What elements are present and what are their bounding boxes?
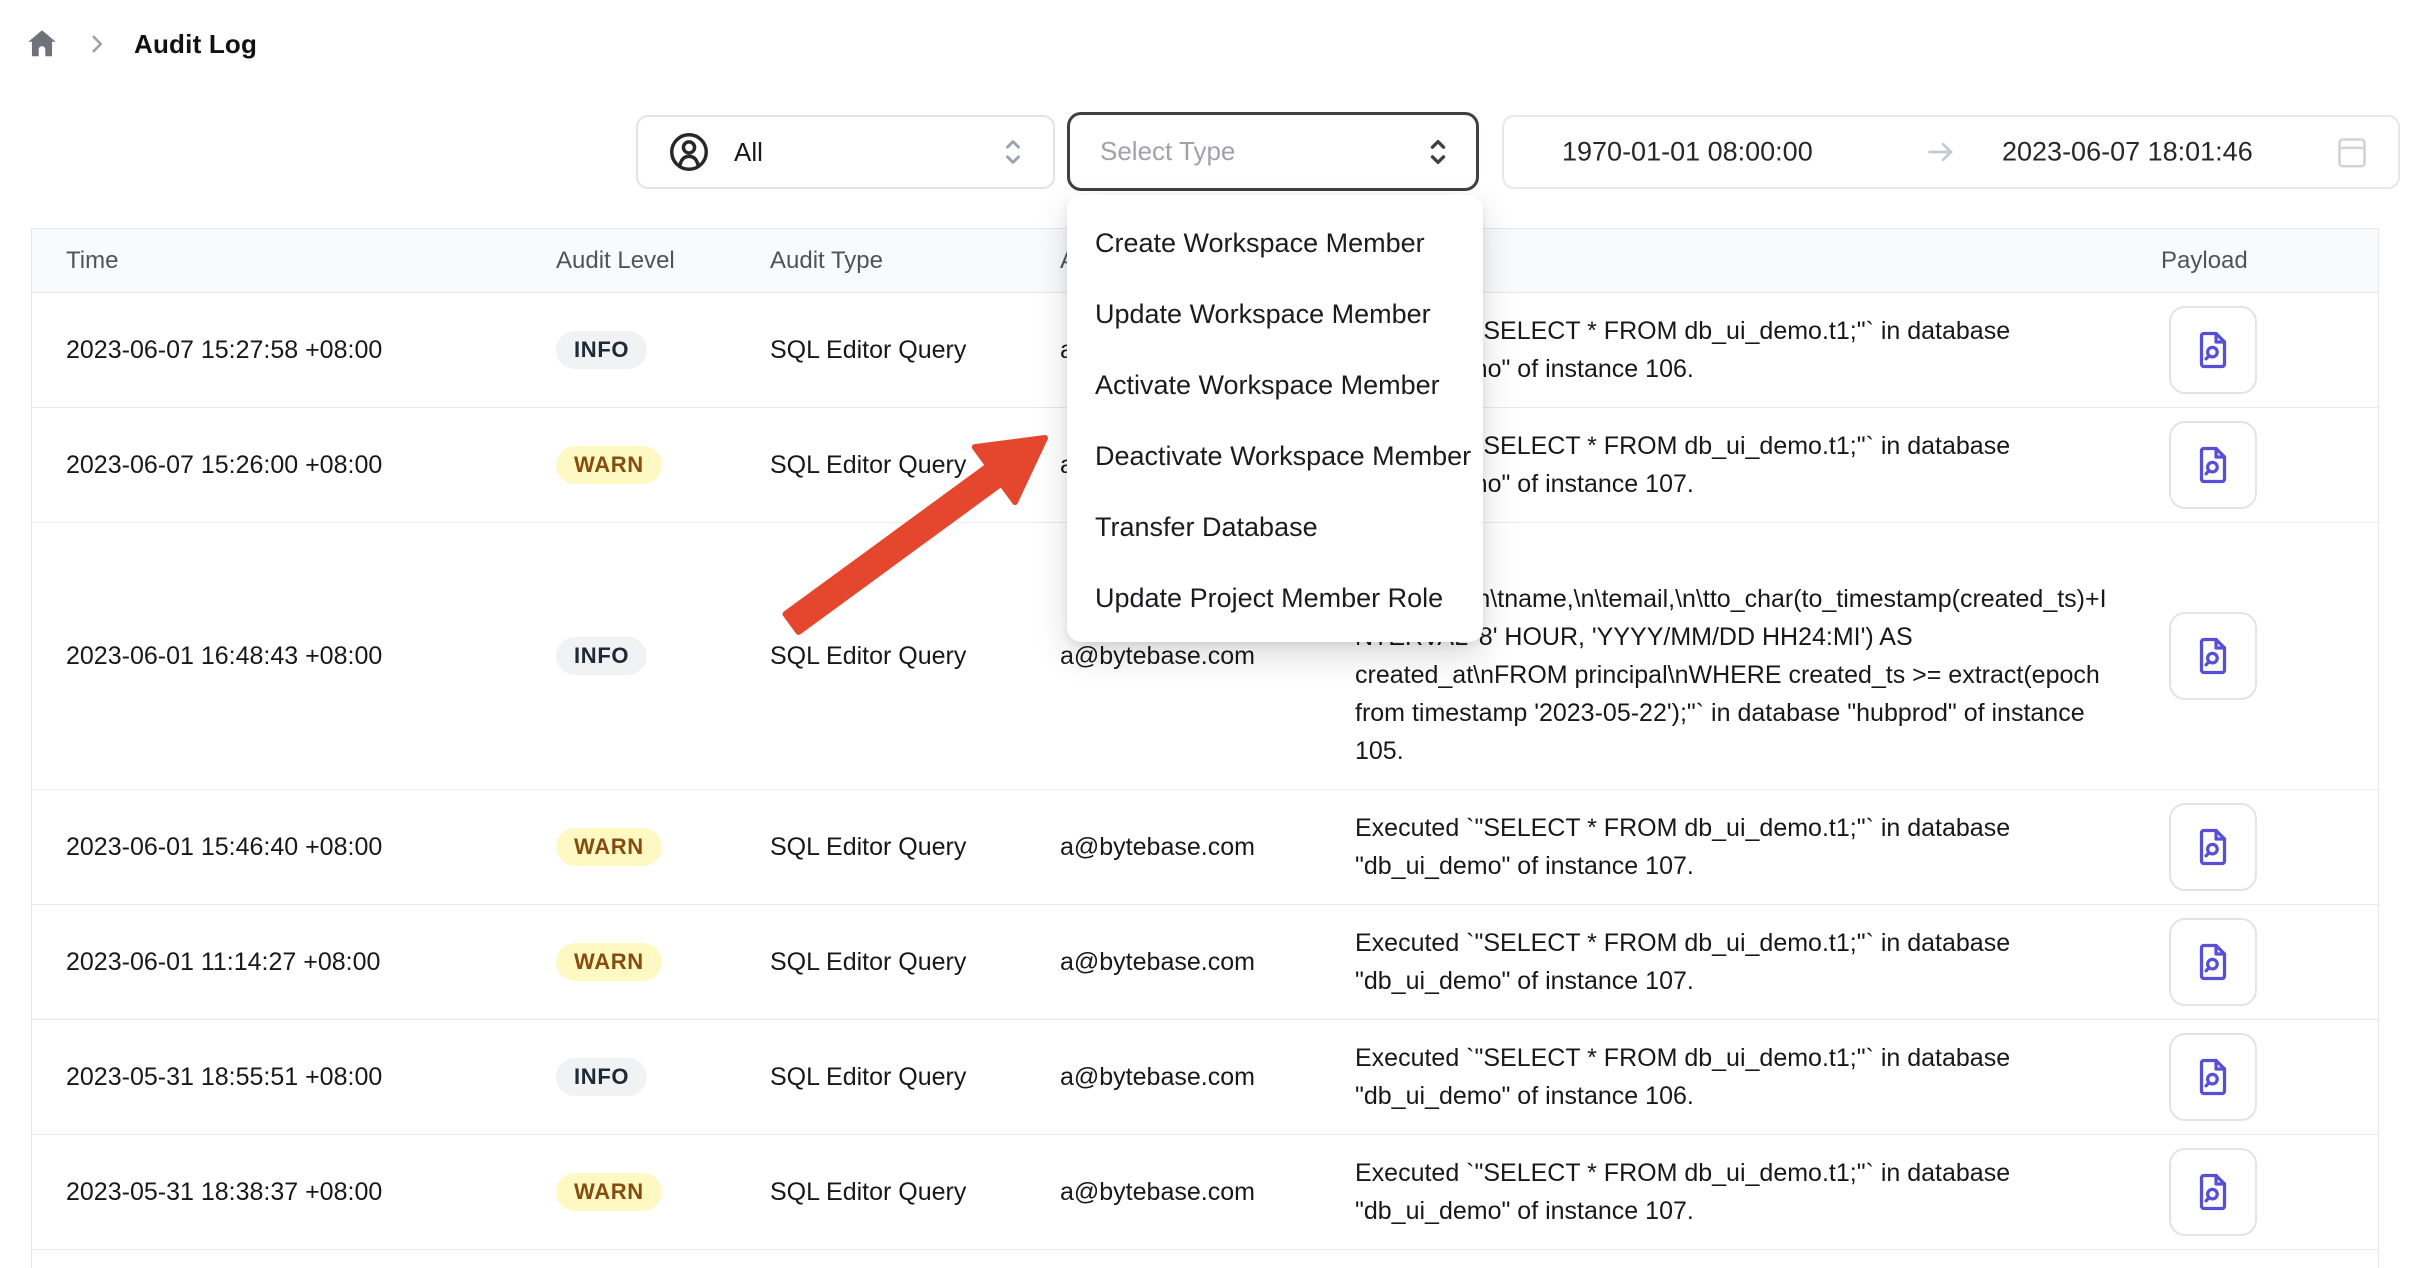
- comment-cell: Executed `"SELECT * FROM db_ui_demo.t1;"…: [1355, 905, 2140, 1019]
- payload-cell: [2140, 803, 2380, 891]
- actor-cell: a@bytebase.com: [1060, 642, 1355, 671]
- dropdown-item[interactable]: Update Workspace Member: [1067, 279, 1483, 350]
- payload-cell: [2140, 918, 2380, 1006]
- actor-cell: a@bytebase.com: [1060, 833, 1355, 862]
- comment-cell: Executed `"SELECT * FROM db_ui_demo.t1;"…: [1355, 1135, 2140, 1249]
- type-filter-select[interactable]: Select Type: [1067, 112, 1479, 191]
- audit-level-badge: WARN: [556, 828, 662, 866]
- table-row: 2023-05-31 18:55:51 +08:00 INFO SQL Edit…: [32, 1020, 2378, 1135]
- file-search-icon: [2190, 939, 2236, 985]
- view-payload-button[interactable]: [2169, 1033, 2257, 1121]
- payload-cell: [2140, 421, 2380, 509]
- home-icon[interactable]: [24, 26, 60, 62]
- dropdown-item[interactable]: Deactivate Workspace Member: [1067, 421, 1483, 492]
- chevron-right-icon: [84, 31, 110, 57]
- comment-cell: Executed `"SELECT * FROM db_ui_demo.t1;"…: [1355, 790, 2140, 904]
- audit-level-badge: INFO: [556, 331, 647, 369]
- file-search-icon: [2190, 824, 2236, 870]
- view-payload-button[interactable]: [2169, 1148, 2257, 1236]
- actor-cell: a@bytebase.com: [1060, 948, 1355, 977]
- payload-cell: [2140, 612, 2380, 700]
- dropdown-item[interactable]: Activate Workspace Member: [1067, 350, 1483, 421]
- table-row: 2023-06-01 15:46:40 +08:00 WARN SQL Edit…: [32, 790, 2378, 905]
- audit-level-cell: INFO: [556, 1058, 770, 1096]
- table-row: 2023-06-01 11:14:27 +08:00 WARN SQL Edit…: [32, 905, 2378, 1020]
- audit-level-badge: WARN: [556, 943, 662, 981]
- audit-level-badge: WARN: [556, 1173, 662, 1211]
- actor-cell: a@bytebase.com: [1060, 1063, 1355, 1092]
- time-cell: 2023-06-01 11:14:27 +08:00: [32, 948, 556, 977]
- audit-level-badge: INFO: [556, 1058, 647, 1096]
- audit-level-badge: INFO: [556, 637, 647, 675]
- actor-filter-value: All: [734, 137, 999, 168]
- file-search-icon: [2190, 633, 2236, 679]
- audit-level-cell: INFO: [556, 637, 770, 675]
- view-payload-button[interactable]: [2169, 421, 2257, 509]
- table-row: 2023-05-31 18:38:37 +08:00 WARN SQL Edit…: [32, 1135, 2378, 1250]
- person-circle-icon: [666, 129, 712, 175]
- chevrons-up-down-icon: [999, 134, 1027, 170]
- time-cell: 2023-06-01 16:48:43 +08:00: [32, 642, 556, 671]
- audit-type-cell: SQL Editor Query: [770, 948, 1060, 977]
- audit-type-cell: SQL Editor Query: [770, 833, 1060, 862]
- file-search-icon: [2190, 327, 2236, 373]
- audit-type-cell: SQL Editor Query: [770, 1178, 1060, 1207]
- type-filter-dropdown: Create Workspace Member Update Workspace…: [1067, 195, 1483, 642]
- view-payload-button[interactable]: [2169, 918, 2257, 1006]
- time-cell: 2023-05-31 18:38:37 +08:00: [32, 1178, 556, 1207]
- dropdown-item[interactable]: Update Project Member Role: [1067, 563, 1483, 634]
- dropdown-item[interactable]: Create Workspace Member: [1067, 208, 1483, 279]
- file-search-icon: [2190, 1054, 2236, 1100]
- time-cell: 2023-06-07 15:26:00 +08:00: [32, 451, 556, 480]
- time-cell: 2023-05-31 18:55:51 +08:00: [32, 1063, 556, 1092]
- column-header-payload: Payload: [2140, 247, 2380, 275]
- date-range-end[interactable]: 2023-06-07 18:01:46: [2002, 137, 2253, 168]
- audit-level-cell: WARN: [556, 1173, 770, 1211]
- breadcrumb: Audit Log: [24, 26, 257, 62]
- date-range-start[interactable]: 1970-01-01 08:00:00: [1562, 137, 1813, 168]
- column-header-audit-level: Audit Level: [556, 247, 770, 275]
- payload-cell: [2140, 1148, 2380, 1236]
- audit-level-cell: WARN: [556, 943, 770, 981]
- arrow-right-icon: [1924, 135, 1958, 169]
- time-cell: 2023-06-01 15:46:40 +08:00: [32, 833, 556, 862]
- audit-type-cell: SQL Editor Query: [770, 451, 1060, 480]
- column-header-audit-type: Audit Type: [770, 247, 1060, 275]
- actor-cell: a@bytebase.com: [1060, 1178, 1355, 1207]
- view-payload-button[interactable]: [2169, 803, 2257, 891]
- column-header-time: Time: [32, 247, 556, 275]
- type-filter-placeholder: Select Type: [1100, 136, 1424, 167]
- audit-type-cell: SQL Editor Query: [770, 642, 1060, 671]
- view-payload-button[interactable]: [2169, 306, 2257, 394]
- page-title: Audit Log: [134, 29, 257, 60]
- payload-cell: [2140, 1033, 2380, 1121]
- file-search-icon: [2190, 442, 2236, 488]
- audit-level-cell: WARN: [556, 828, 770, 866]
- audit-level-cell: INFO: [556, 331, 770, 369]
- view-payload-button[interactable]: [2169, 612, 2257, 700]
- time-cell: 2023-06-07 15:27:58 +08:00: [32, 336, 556, 365]
- audit-log-page: Audit Log All Select Type 1970-01-01 08:…: [0, 0, 2410, 1268]
- payload-cell: [2140, 306, 2380, 394]
- comment-cell: Executed `"SELECT * FROM db_ui_demo.t1;"…: [1355, 1020, 2140, 1134]
- audit-level-badge: WARN: [556, 446, 662, 484]
- actor-filter-select[interactable]: All: [636, 115, 1055, 189]
- audit-level-cell: WARN: [556, 446, 770, 484]
- date-range-picker[interactable]: 1970-01-01 08:00:00 2023-06-07 18:01:46: [1502, 115, 2400, 189]
- audit-type-cell: SQL Editor Query: [770, 336, 1060, 365]
- audit-type-cell: SQL Editor Query: [770, 1063, 1060, 1092]
- dropdown-item[interactable]: Transfer Database: [1067, 492, 1483, 563]
- file-search-icon: [2190, 1169, 2236, 1215]
- calendar-icon: [2332, 132, 2372, 172]
- chevrons-up-down-icon: [1424, 134, 1452, 170]
